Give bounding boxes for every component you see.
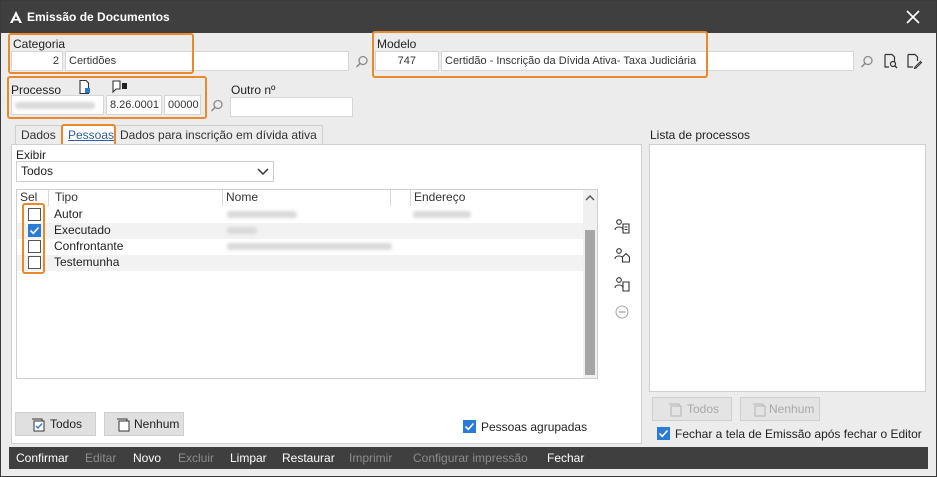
categoria-name-field[interactable]: Certidões (65, 51, 349, 71)
checkmark-icon (658, 429, 669, 438)
processo-number-field[interactable] (11, 95, 104, 115)
document-edit-icon[interactable] (906, 53, 922, 69)
table-row[interactable]: Autor (17, 207, 583, 223)
checkmark-icon (29, 226, 40, 235)
select-none-button[interactable]: Nenhum (104, 412, 184, 436)
exibir-label: Exibir (16, 148, 47, 162)
modelo-code-field[interactable]: 747 (375, 51, 439, 71)
lista-nenhum-button[interactable]: Nenhum (740, 397, 820, 421)
checklist-icon (669, 403, 682, 417)
exibir-value: Todos (21, 164, 54, 178)
row-nome (227, 223, 257, 239)
col-tipo[interactable]: Tipo (52, 190, 223, 206)
categoria-label: Categoria (13, 37, 66, 51)
row-tipo: Executado (54, 223, 111, 237)
imprimir-button[interactable]: Imprimir (349, 451, 392, 465)
person-document-icon[interactable] (614, 276, 630, 292)
row-endereco (413, 207, 471, 223)
row-nome (227, 207, 297, 223)
remove-icon[interactable] (614, 304, 630, 320)
unchecked-list-icon (117, 418, 130, 432)
tab-pessoas[interactable]: Pessoas (62, 125, 121, 145)
table-row[interactable]: Executado (17, 223, 583, 239)
restaurar-button[interactable]: Restaurar (282, 451, 335, 465)
pessoas-agrupadas-checkbox[interactable] (463, 420, 476, 433)
emissao-window: Emissão de Documentos Categoria 2 Certid… (0, 0, 937, 477)
col-endereco[interactable]: Endereço (411, 190, 583, 206)
close-icon[interactable] (903, 7, 923, 27)
row-checkbox[interactable] (28, 256, 41, 269)
checkmark-icon (464, 422, 475, 431)
processo-type-icon[interactable] (77, 79, 93, 95)
row-tipo: Confrontante (54, 239, 124, 253)
modelo-label: Modelo (377, 37, 417, 51)
unchecked-list-icon (753, 403, 766, 417)
row-checkbox[interactable] (28, 224, 41, 237)
pessoas-agrupadas-label: Pessoas agrupadas (481, 420, 588, 434)
outro-field[interactable] (230, 97, 353, 117)
categoria-code-field[interactable]: 2 (11, 51, 63, 71)
col-spacer[interactable] (391, 190, 411, 206)
grid-scrollbar[interactable] (583, 190, 597, 378)
add-person-icon[interactable] (614, 218, 630, 234)
window-title: Emissão de Documentos (27, 10, 170, 24)
col-nome[interactable]: Nome (223, 190, 391, 206)
lista-processos-panel[interactable] (649, 144, 926, 392)
lista-processos-label: Lista de processos (650, 128, 751, 142)
row-tipo: Testemunha (54, 255, 120, 269)
outro-label: Outro nº (231, 83, 276, 97)
processo-note-icon[interactable] (111, 79, 127, 95)
table-row[interactable]: Confrontante (17, 239, 583, 255)
row-checkbox[interactable] (28, 208, 41, 221)
row-nome (227, 239, 392, 255)
checklist-icon (32, 418, 45, 432)
scroll-up-icon[interactable] (583, 192, 597, 204)
fechar-tela-label: Fechar a tela de Emissão após fechar o E… (675, 427, 922, 441)
exibir-dropdown[interactable]: Todos (16, 161, 274, 182)
person-home-icon[interactable] (614, 247, 630, 263)
novo-button[interactable]: Novo (133, 451, 161, 465)
action-bar: Confirmar Editar Novo Excluir Limpar Res… (9, 447, 928, 469)
tab-dados[interactable]: Dados (15, 125, 62, 145)
col-sel[interactable]: Sel (17, 190, 49, 206)
row-checkbox[interactable] (28, 240, 41, 253)
categoria-search-icon[interactable] (354, 54, 370, 70)
chevron-down-icon (257, 168, 269, 176)
document-search-icon[interactable] (882, 53, 898, 69)
app-logo-icon (10, 11, 22, 23)
editar-button[interactable]: Editar (85, 451, 116, 465)
processo-search-icon[interactable] (209, 98, 225, 114)
fechar-button[interactable]: Fechar (547, 451, 584, 465)
scroll-thumb[interactable] (585, 230, 595, 375)
tab-divida-ativa[interactable]: Dados para inscrição em dívida ativa (114, 125, 323, 145)
table-row[interactable]: Testemunha (17, 255, 583, 271)
pessoas-grid: Sel Tipo Nome Endereço Autor Executado C… (16, 189, 598, 379)
lista-todos-button[interactable]: Todos (652, 397, 732, 421)
modelo-search-icon[interactable] (859, 54, 875, 70)
modelo-name-field[interactable]: Certidão - Inscrição da Dívida Ativa- Ta… (441, 51, 854, 71)
excluir-button[interactable]: Excluir (178, 451, 214, 465)
processo-part2-field[interactable]: 8.26.0001 (106, 95, 162, 115)
select-all-button[interactable]: Todos (15, 412, 96, 436)
processo-part3-field[interactable]: 00000 (164, 95, 201, 115)
row-tipo: Autor (54, 207, 83, 221)
confirmar-button[interactable]: Confirmar (16, 451, 69, 465)
fechar-tela-checkbox[interactable] (657, 427, 670, 440)
title-bar: Emissão de Documentos (1, 1, 936, 33)
configurar-impressao-button[interactable]: Configurar impressão (413, 451, 528, 465)
limpar-button[interactable]: Limpar (230, 451, 267, 465)
